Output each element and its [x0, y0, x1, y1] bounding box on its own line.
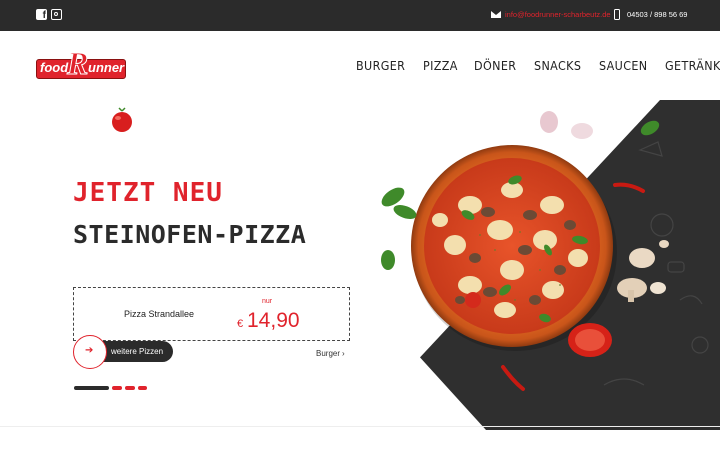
offer-box[interactable]: Pizza Strandallee nur € 14,90: [73, 287, 350, 341]
slider-dot-4[interactable]: [138, 386, 147, 390]
next-slide-link[interactable]: Burger ›: [316, 349, 345, 358]
offer-name: Pizza Strandallee: [124, 309, 195, 319]
chevron-right-icon: ›: [342, 349, 345, 358]
offer-currency: €: [237, 318, 244, 330]
section-divider: [0, 426, 720, 427]
arrow-right-icon[interactable]: ➔: [73, 335, 107, 369]
hero-title: STEINOFEN-PIZZA: [73, 220, 307, 249]
slider-dot-2[interactable]: [112, 386, 122, 390]
hero-subtitle: JETZT NEU: [73, 178, 223, 208]
slider-dot-1[interactable]: [74, 386, 109, 390]
more-pizzas-label[interactable]: weitere Pizzen: [111, 347, 163, 356]
slider-dot-3[interactable]: [125, 386, 135, 390]
offer-prefix: nur: [262, 298, 273, 305]
offer-price: 14,90: [247, 309, 300, 332]
